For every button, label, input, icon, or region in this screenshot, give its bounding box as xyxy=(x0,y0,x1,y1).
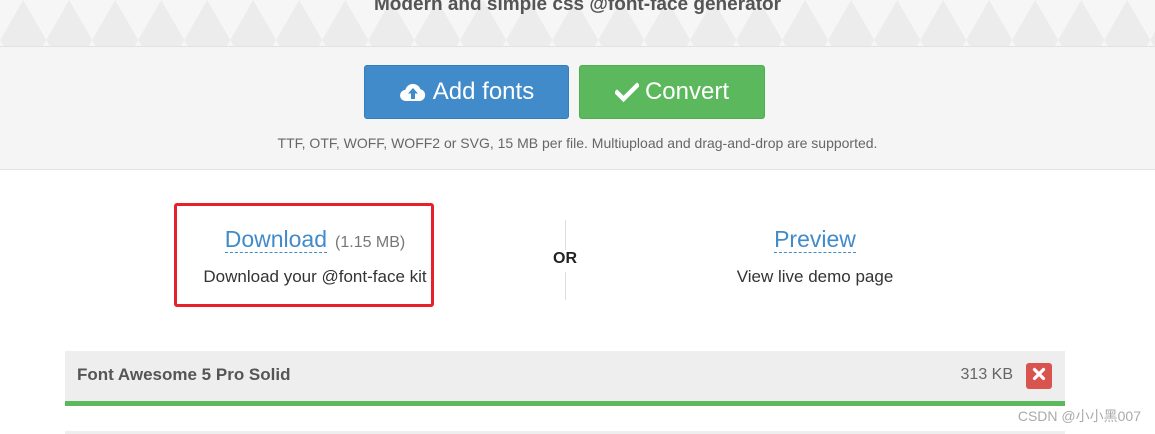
upload-hint: TTF, OTF, WOFF, WOFF2 or SVG, 15 MB per … xyxy=(277,135,878,151)
preview-link[interactable]: Preview xyxy=(774,226,856,253)
check-icon xyxy=(614,82,639,102)
hero-subtitle: Modern and simple css @font-face generat… xyxy=(373,0,782,15)
download-link[interactable]: Download xyxy=(224,226,328,253)
download-size: (1.15 MB) xyxy=(335,234,406,251)
convert-label: Convert xyxy=(644,78,730,105)
hero-banner: Modern and simple css @font-face generat… xyxy=(0,0,1155,47)
cloud-upload-icon xyxy=(399,81,427,103)
add-fonts-button[interactable]: Add fonts xyxy=(364,65,569,119)
font-file-size: 313 KB xyxy=(960,366,1013,383)
download-description: Download your @font-face kit xyxy=(203,267,427,286)
preview-description: View live demo page xyxy=(736,267,894,286)
add-fonts-label: Add fonts xyxy=(432,78,535,105)
font-progress-bar xyxy=(65,401,1065,406)
watermark: CSDN @小小黑007 xyxy=(1017,408,1141,424)
upload-panel: Add fonts Convert TTF, OTF, WOFF, WOFF2 … xyxy=(0,47,1155,170)
or-label: OR xyxy=(545,250,585,272)
download-column: Download (1.15 MB) Download your @font-fa… xyxy=(150,226,480,287)
font-list-item: Font Awesome 5 Pro Solid 313 KB xyxy=(65,351,1065,401)
remove-font-button[interactable] xyxy=(1026,363,1052,389)
preview-column: Preview View live demo page xyxy=(640,226,990,287)
close-icon xyxy=(1032,367,1046,386)
convert-button[interactable]: Convert xyxy=(579,65,765,119)
font-name: Font Awesome 5 Pro Solid xyxy=(77,365,291,384)
result-panel: Download (1.15 MB) Download your @font-fa… xyxy=(0,170,1155,350)
